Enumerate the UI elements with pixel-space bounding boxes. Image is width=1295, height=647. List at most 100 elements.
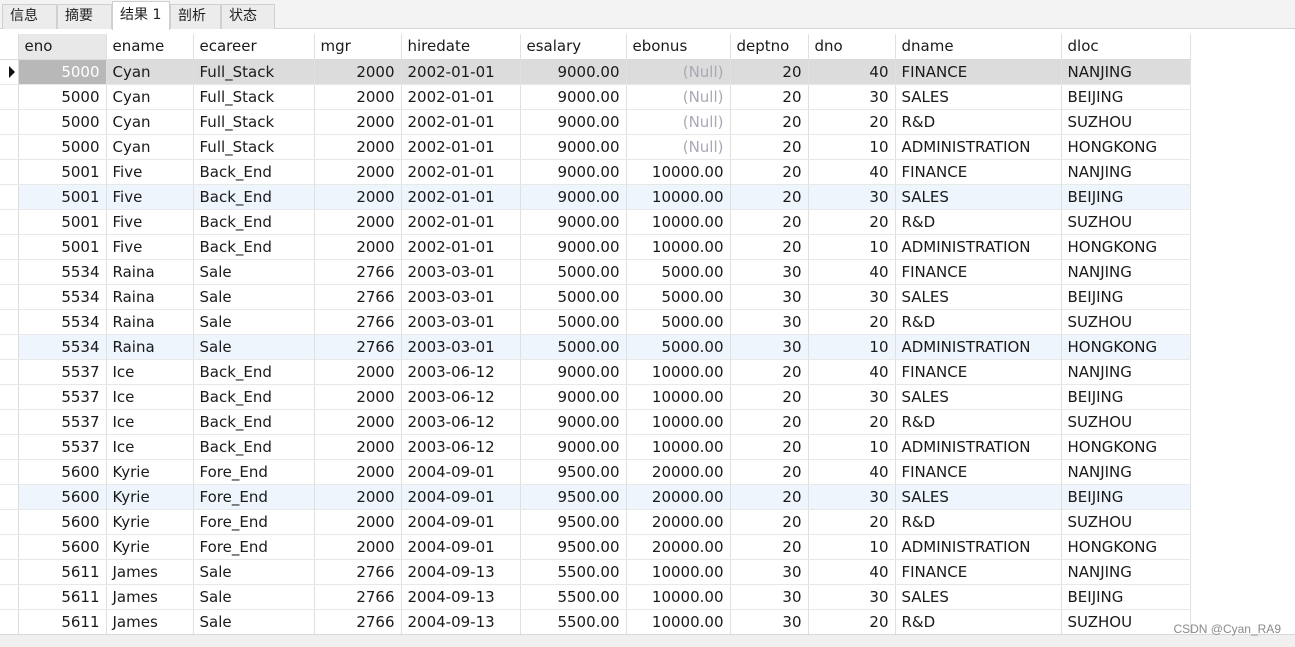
cell-dname[interactable]: SALES xyxy=(895,284,1062,310)
row-selector[interactable] xyxy=(0,134,19,160)
cell-hiredate[interactable]: 2004-09-01 xyxy=(401,509,521,535)
row-selector[interactable] xyxy=(0,259,19,285)
column-header-dname[interactable]: dname xyxy=(895,34,1062,60)
cell-ecareer[interactable]: Full_Stack xyxy=(193,84,315,110)
cell-hiredate[interactable]: 2004-09-01 xyxy=(401,459,521,485)
cell-ename[interactable]: Five xyxy=(106,184,194,210)
cell-eno[interactable]: 5534 xyxy=(18,334,107,360)
cell-ename[interactable]: Five xyxy=(106,234,194,260)
cell-esalary[interactable]: 9500.00 xyxy=(520,459,627,485)
row-selector[interactable] xyxy=(0,434,19,460)
cell-dno[interactable]: 20 xyxy=(808,209,896,235)
cell-esalary[interactable]: 9000.00 xyxy=(520,359,627,385)
table-row[interactable]: 5537 Ice Back_End 2000 2003-06-12 9000.00 1000… xyxy=(0,434,1191,460)
cell-hiredate[interactable]: 2002-01-01 xyxy=(401,84,521,110)
cell-mgr[interactable]: 2000 xyxy=(314,384,402,410)
cell-dname[interactable]: ADMINISTRATION xyxy=(895,434,1062,460)
cell-dloc[interactable]: SUZHOU xyxy=(1061,309,1191,335)
column-header-ecareer[interactable]: ecareer xyxy=(193,34,315,60)
cell-ebonus[interactable]: 5000.00 xyxy=(626,284,731,310)
cell-esalary[interactable]: 9500.00 xyxy=(520,534,627,560)
table-row[interactable]: 5000 Cyan Full_Stack 2000 2002-01-01 9000.00(… xyxy=(0,109,1191,135)
cell-esalary[interactable]: 9000.00 xyxy=(520,59,627,85)
row-selector[interactable] xyxy=(0,284,19,310)
cell-ebonus[interactable]: 20000.00 xyxy=(626,484,731,510)
cell-deptno[interactable]: 20 xyxy=(730,234,809,260)
cell-hiredate[interactable]: 2003-03-01 xyxy=(401,309,521,335)
column-header-deptno[interactable]: deptno xyxy=(730,34,809,60)
cell-dno[interactable]: 40 xyxy=(808,259,896,285)
row-selector[interactable] xyxy=(0,459,19,485)
cell-dname[interactable]: FINANCE xyxy=(895,459,1062,485)
cell-ecareer[interactable]: Sale xyxy=(193,584,315,610)
cell-dno[interactable]: 10 xyxy=(808,334,896,360)
cell-dloc[interactable]: SUZHOU xyxy=(1061,409,1191,435)
cell-dno[interactable]: 40 xyxy=(808,559,896,585)
cell-dno[interactable]: 10 xyxy=(808,434,896,460)
cell-mgr[interactable]: 2000 xyxy=(314,134,402,160)
cell-hiredate[interactable]: 2003-06-12 xyxy=(401,409,521,435)
column-header-dno[interactable]: dno xyxy=(808,34,896,60)
row-selector[interactable] xyxy=(0,59,19,85)
tab-result-1[interactable]: 结果 1 xyxy=(112,1,170,30)
cell-dno[interactable]: 40 xyxy=(808,159,896,185)
cell-deptno[interactable]: 20 xyxy=(730,109,809,135)
cell-ename[interactable]: Cyan xyxy=(106,134,194,160)
cell-deptno[interactable]: 20 xyxy=(730,484,809,510)
cell-deptno[interactable]: 20 xyxy=(730,459,809,485)
cell-mgr[interactable]: 2766 xyxy=(314,334,402,360)
cell-hiredate[interactable]: 2004-09-01 xyxy=(401,534,521,560)
cell-deptno[interactable]: 20 xyxy=(730,209,809,235)
cell-deptno[interactable]: 20 xyxy=(730,159,809,185)
row-selector[interactable] xyxy=(0,234,19,260)
cell-ename[interactable]: Cyan xyxy=(106,59,194,85)
cell-dloc[interactable]: HONGKONG xyxy=(1061,434,1191,460)
cell-ebonus[interactable]: 5000.00 xyxy=(626,259,731,285)
cell-hiredate[interactable]: 2003-03-01 xyxy=(401,334,521,360)
cell-dname[interactable]: ADMINISTRATION xyxy=(895,534,1062,560)
cell-ecareer[interactable]: Back_End xyxy=(193,159,315,185)
cell-ename[interactable]: Raina xyxy=(106,334,194,360)
cell-ecareer[interactable]: Back_End xyxy=(193,184,315,210)
cell-hiredate[interactable]: 2003-03-01 xyxy=(401,284,521,310)
cell-dname[interactable]: SALES xyxy=(895,84,1062,110)
cell-ecareer[interactable]: Full_Stack xyxy=(193,134,315,160)
cell-ecareer[interactable]: Back_End xyxy=(193,209,315,235)
cell-ebonus[interactable]: 20000.00 xyxy=(626,509,731,535)
cell-deptno[interactable]: 30 xyxy=(730,584,809,610)
cell-dname[interactable]: FINANCE xyxy=(895,259,1062,285)
cell-ebonus[interactable]: (Null) xyxy=(626,134,731,160)
cell-dno[interactable]: 10 xyxy=(808,534,896,560)
cell-eno[interactable]: 5537 xyxy=(18,409,107,435)
cell-ebonus[interactable]: 10000.00 xyxy=(626,384,731,410)
cell-dloc[interactable]: BEIJING xyxy=(1061,84,1191,110)
cell-eno[interactable]: 5000 xyxy=(18,84,107,110)
cell-dloc[interactable]: BEIJING xyxy=(1061,284,1191,310)
cell-eno[interactable]: 5537 xyxy=(18,359,107,385)
cell-ename[interactable]: Kyrie xyxy=(106,509,194,535)
cell-hiredate[interactable]: 2002-01-01 xyxy=(401,109,521,135)
column-header-ename[interactable]: ename xyxy=(106,34,194,60)
cell-deptno[interactable]: 20 xyxy=(730,434,809,460)
cell-esalary[interactable]: 5000.00 xyxy=(520,334,627,360)
cell-dno[interactable]: 30 xyxy=(808,184,896,210)
cell-mgr[interactable]: 2000 xyxy=(314,409,402,435)
cell-dno[interactable]: 10 xyxy=(808,134,896,160)
cell-ename[interactable]: Five xyxy=(106,209,194,235)
cell-dno[interactable]: 20 xyxy=(808,309,896,335)
cell-dloc[interactable]: BEIJING xyxy=(1061,184,1191,210)
cell-esalary[interactable]: 5500.00 xyxy=(520,584,627,610)
cell-ename[interactable]: Ice xyxy=(106,409,194,435)
cell-eno[interactable]: 5600 xyxy=(18,459,107,485)
cell-eno[interactable]: 5611 xyxy=(18,584,107,610)
cell-ebonus[interactable]: 10000.00 xyxy=(626,609,731,634)
cell-dname[interactable]: FINANCE xyxy=(895,359,1062,385)
cell-ecareer[interactable]: Fore_End xyxy=(193,534,315,560)
cell-deptno[interactable]: 30 xyxy=(730,259,809,285)
table-row[interactable]: 5611 James Sale 2766 2004-09-13 5500.00 10000.… xyxy=(0,559,1191,585)
cell-ecareer[interactable]: Sale xyxy=(193,309,315,335)
result-grid-viewport[interactable]: eno ename ecareer mgr hiredate esalary ebonus d… xyxy=(0,34,1295,634)
cell-ebonus[interactable]: 5000.00 xyxy=(626,334,731,360)
cell-dloc[interactable]: BEIJING xyxy=(1061,584,1191,610)
cell-ebonus[interactable]: 10000.00 xyxy=(626,559,731,585)
